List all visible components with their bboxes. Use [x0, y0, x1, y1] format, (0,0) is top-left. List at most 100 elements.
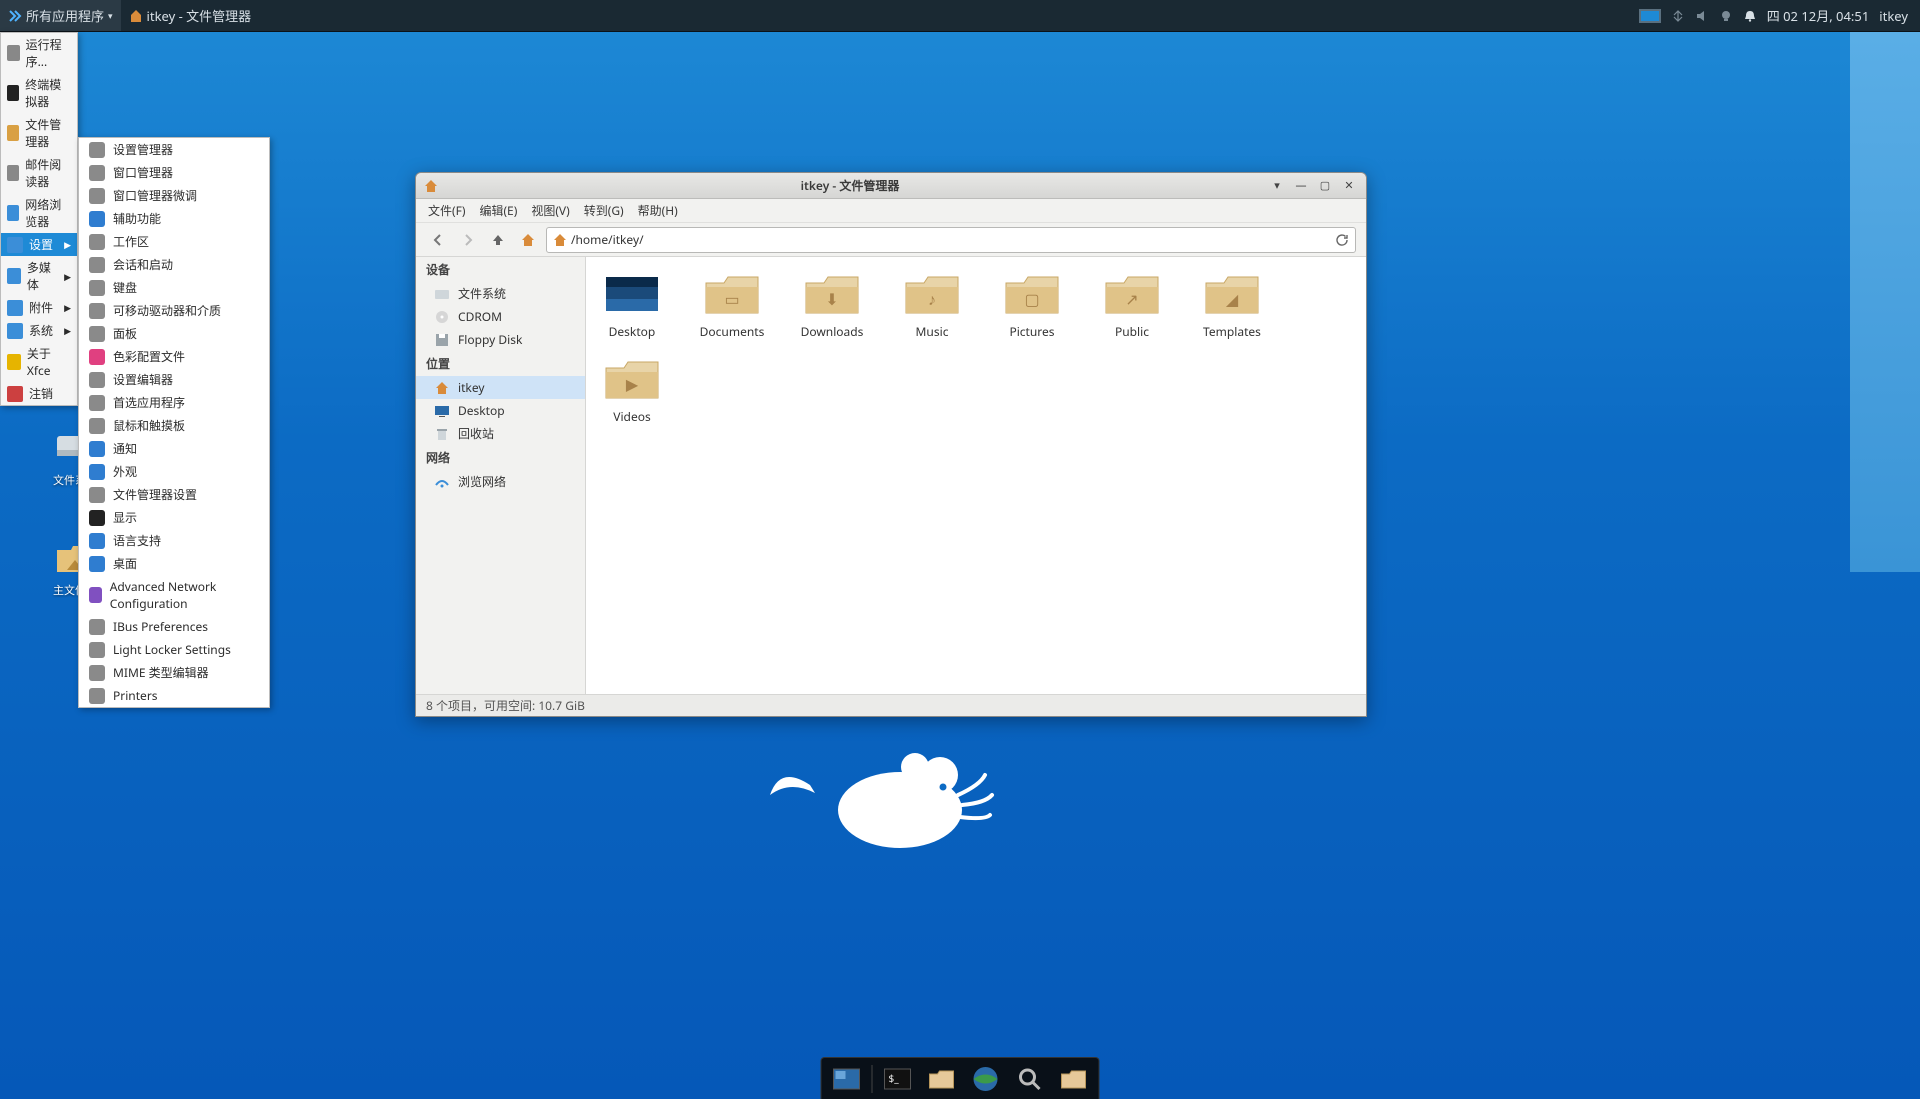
- dock-show-desktop[interactable]: [828, 1063, 866, 1095]
- sidebar-item[interactable]: Desktop: [416, 399, 585, 422]
- settings-submenu: 设置管理器窗口管理器窗口管理器微调辅助功能工作区会话和启动键盘可移动驱动器和介质…: [78, 137, 270, 708]
- system-tray: 四 02 12月, 04:51 itkey: [1639, 6, 1920, 25]
- bottom-dock: $_: [821, 1057, 1100, 1099]
- svg-text:$_: $_: [889, 1071, 900, 1085]
- dock-terminal[interactable]: $_: [879, 1063, 917, 1095]
- dock-folder[interactable]: [1055, 1063, 1093, 1095]
- taskbar-item-filemanager[interactable]: itkey - 文件管理器: [121, 0, 260, 31]
- submenu-item-20[interactable]: IBus Preferences: [79, 615, 269, 638]
- home-icon: [553, 233, 567, 247]
- submenu-item-16[interactable]: 显示: [79, 506, 269, 529]
- submenu-item-8[interactable]: 面板: [79, 322, 269, 345]
- network-tray-icon[interactable]: [1671, 9, 1685, 23]
- folder-public[interactable]: ↗Public: [1096, 273, 1168, 340]
- user-label[interactable]: itkey: [1879, 7, 1908, 25]
- menu-edit[interactable]: 编辑(E): [479, 202, 517, 219]
- apps-menu-button[interactable]: 所有应用程序 ▾: [0, 0, 121, 31]
- folder-videos[interactable]: ▶Videos: [596, 358, 668, 425]
- menu-item-4[interactable]: 网络浏览器: [1, 193, 77, 233]
- folder-documents[interactable]: ▭Documents: [696, 273, 768, 340]
- submenu-item-10[interactable]: 设置编辑器: [79, 368, 269, 391]
- submenu-item-3[interactable]: 辅助功能: [79, 207, 269, 230]
- svg-text:◢: ◢: [1226, 288, 1239, 310]
- sidebar-item[interactable]: Floppy Disk: [416, 328, 585, 351]
- folder-music[interactable]: ♪Music: [896, 273, 968, 340]
- folder-downloads[interactable]: ⬇Downloads: [796, 273, 868, 340]
- menu-help[interactable]: 帮助(H): [638, 202, 678, 219]
- submenu-item-2[interactable]: 窗口管理器微调: [79, 184, 269, 207]
- svg-text:⬇: ⬇: [825, 288, 838, 310]
- menu-view[interactable]: 视图(V): [531, 202, 569, 219]
- volume-tray-icon[interactable]: [1695, 9, 1709, 23]
- submenu-item-14[interactable]: 外观: [79, 460, 269, 483]
- dock-browser[interactable]: [967, 1063, 1005, 1095]
- submenu-item-23[interactable]: Printers: [79, 684, 269, 707]
- submenu-item-11[interactable]: 首选应用程序: [79, 391, 269, 414]
- sidebar-item[interactable]: CDROM: [416, 305, 585, 328]
- folder-pictures[interactable]: ▢Pictures: [996, 273, 1068, 340]
- submenu-item-5[interactable]: 会话和启动: [79, 253, 269, 276]
- menu-go[interactable]: 转到(G): [584, 202, 624, 219]
- wallpaper-accent: [1850, 32, 1920, 572]
- forward-button[interactable]: [456, 228, 480, 252]
- dock-filemanager[interactable]: [923, 1063, 961, 1095]
- up-button[interactable]: [486, 228, 510, 252]
- sidebar-item[interactable]: itkey: [416, 376, 585, 399]
- window-menu-button[interactable]: ▾: [1268, 177, 1286, 195]
- sidebar-header-network: 网络: [416, 445, 585, 470]
- menu-item-8[interactable]: 系统▶: [1, 319, 77, 342]
- submenu-item-22[interactable]: MIME 类型编辑器: [79, 661, 269, 684]
- sidebar-header-devices: 设备: [416, 257, 585, 282]
- menu-item-7[interactable]: 附件▶: [1, 296, 77, 319]
- submenu-item-13[interactable]: 通知: [79, 437, 269, 460]
- reload-icon[interactable]: [1335, 233, 1349, 247]
- submenu-item-9[interactable]: 色彩配置文件: [79, 345, 269, 368]
- menu-item-6[interactable]: 多媒体▶: [1, 256, 77, 296]
- status-text: 8 个项目，可用空间: 10.7 GiB: [426, 697, 585, 714]
- file-view[interactable]: Desktop ▭Documents ⬇Downloads ♪Music ▢Pictur…: [586, 257, 1366, 694]
- workspace-switcher-icon[interactable]: [1639, 9, 1661, 23]
- path-bar[interactable]: /home/itkey/: [546, 227, 1356, 253]
- folder-desktop[interactable]: Desktop: [596, 273, 668, 340]
- submenu-item-21[interactable]: Light Locker Settings: [79, 638, 269, 661]
- menu-item-1[interactable]: 终端模拟器: [1, 73, 77, 113]
- folder-templates[interactable]: ◢Templates: [1196, 273, 1268, 340]
- window-titlebar[interactable]: itkey - 文件管理器 ▾ — ▢ ✕: [416, 173, 1366, 199]
- clock-label[interactable]: 四 02 12月, 04:51: [1767, 6, 1870, 25]
- submenu-item-19[interactable]: Advanced Network Configuration: [79, 575, 269, 615]
- submenu-item-17[interactable]: 语言支持: [79, 529, 269, 552]
- sidebar: 设备 文件系统CDROMFloppy Disk 位置 itkeyDesktop回…: [416, 257, 586, 694]
- dock-search[interactable]: [1011, 1063, 1049, 1095]
- menu-item-3[interactable]: 邮件阅读器: [1, 153, 77, 193]
- home-button[interactable]: [516, 228, 540, 252]
- menu-item-5[interactable]: 设置▶: [1, 233, 77, 256]
- menu-file[interactable]: 文件(F): [428, 202, 465, 219]
- sidebar-item[interactable]: 浏览网络: [416, 470, 585, 493]
- submenu-item-18[interactable]: 桌面: [79, 552, 269, 575]
- minimize-button[interactable]: —: [1292, 177, 1310, 195]
- menu-item-2[interactable]: 文件管理器: [1, 113, 77, 153]
- submenu-item-6[interactable]: 键盘: [79, 276, 269, 299]
- submenu-item-12[interactable]: 鼠标和触摸板: [79, 414, 269, 437]
- applications-menu: 运行程序...终端模拟器文件管理器邮件阅读器网络浏览器设置▶多媒体▶附件▶系统▶…: [0, 32, 78, 406]
- sidebar-item[interactable]: 文件系统: [416, 282, 585, 305]
- status-bar: 8 个项目，可用空间: 10.7 GiB: [416, 694, 1366, 716]
- submenu-item-7[interactable]: 可移动驱动器和介质: [79, 299, 269, 322]
- submenu-item-1[interactable]: 窗口管理器: [79, 161, 269, 184]
- svg-text:▭: ▭: [724, 288, 739, 310]
- menu-item-0[interactable]: 运行程序...: [1, 33, 77, 73]
- bulb-tray-icon[interactable]: [1719, 9, 1733, 23]
- top-panel: 所有应用程序 ▾ itkey - 文件管理器 四 02 12月, 04:51 i…: [0, 0, 1920, 32]
- path-text: /home/itkey/: [571, 231, 644, 248]
- menu-item-9[interactable]: 关于 Xfce: [1, 342, 77, 382]
- back-button[interactable]: [426, 228, 450, 252]
- file-manager-window: itkey - 文件管理器 ▾ — ▢ ✕ 文件(F) 编辑(E) 视图(V) …: [415, 172, 1367, 717]
- maximize-button[interactable]: ▢: [1316, 177, 1334, 195]
- submenu-item-0[interactable]: 设置管理器: [79, 138, 269, 161]
- submenu-item-15[interactable]: 文件管理器设置: [79, 483, 269, 506]
- close-button[interactable]: ✕: [1340, 177, 1358, 195]
- notification-tray-icon[interactable]: [1743, 9, 1757, 23]
- sidebar-item[interactable]: 回收站: [416, 422, 585, 445]
- menu-item-10[interactable]: 注销: [1, 382, 77, 405]
- submenu-item-4[interactable]: 工作区: [79, 230, 269, 253]
